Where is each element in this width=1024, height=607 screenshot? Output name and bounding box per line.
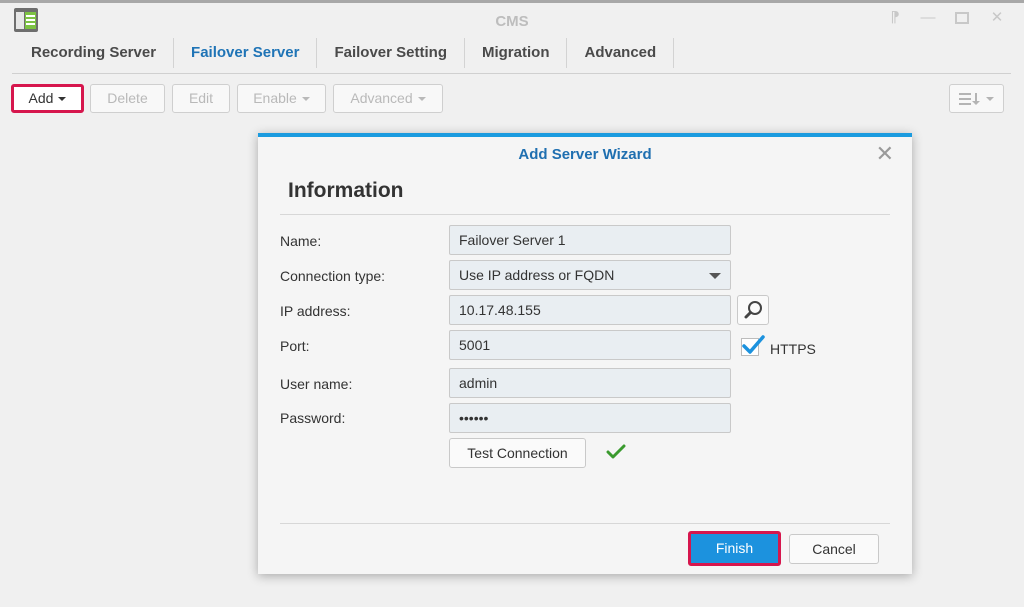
window-top-border xyxy=(0,0,1024,3)
tab-divider xyxy=(12,73,1011,74)
search-icon xyxy=(744,301,762,319)
tab-advanced[interactable]: Advanced xyxy=(567,38,675,68)
delete-button[interactable]: Delete xyxy=(90,84,165,113)
sort-list-icon xyxy=(959,93,980,106)
caret-down-icon xyxy=(58,97,67,102)
close-icon[interactable]: ✕ xyxy=(987,8,1007,28)
https-label: HTTPS xyxy=(770,341,816,357)
section-divider xyxy=(280,214,890,215)
name-input[interactable]: Failover Server 1 xyxy=(449,225,731,255)
user-name-input[interactable]: admin xyxy=(449,368,731,398)
dialog-title: Add Server Wizard xyxy=(518,146,652,163)
tab-bar: Recording Server Failover Server Failove… xyxy=(14,38,675,68)
footer-divider xyxy=(280,523,890,524)
tab-failover-server[interactable]: Failover Server xyxy=(174,38,318,68)
edit-button[interactable]: Edit xyxy=(172,84,230,113)
add-button[interactable]: Add xyxy=(11,84,84,113)
tab-migration[interactable]: Migration xyxy=(465,38,568,68)
checkmark-icon xyxy=(742,335,765,354)
connection-type-select[interactable]: Use IP address or FQDN xyxy=(449,260,731,290)
caret-down-icon xyxy=(417,97,426,102)
password-input[interactable]: •••••• xyxy=(449,403,731,433)
caret-down-icon xyxy=(986,97,994,102)
caret-down-icon xyxy=(301,97,310,102)
dialog-close-icon[interactable]: ✕ xyxy=(876,143,894,165)
minimize-icon[interactable]: — xyxy=(918,8,938,28)
ip-address-input[interactable]: 10.17.48.155 xyxy=(449,295,731,325)
success-check-icon xyxy=(606,444,626,459)
tab-failover-setting[interactable]: Failover Setting xyxy=(317,38,465,68)
cancel-button[interactable]: Cancel xyxy=(789,534,879,564)
advanced-button-label: Advanced xyxy=(350,90,413,106)
section-title: Information xyxy=(288,179,404,202)
password-label: Password: xyxy=(280,410,346,426)
connection-type-value: Use IP address or FQDN xyxy=(459,267,615,283)
enable-button[interactable]: Enable xyxy=(237,84,326,113)
connection-type-label: Connection type: xyxy=(280,268,386,284)
name-label: Name: xyxy=(280,233,322,249)
search-button[interactable] xyxy=(737,295,769,325)
add-server-wizard-dialog: Add Server Wizard ✕ Information Name: Fa… xyxy=(258,133,912,574)
test-connection-button[interactable]: Test Connection xyxy=(449,438,586,468)
enable-button-label: Enable xyxy=(253,90,297,106)
window-title: CMS xyxy=(495,13,529,30)
add-button-label: Add xyxy=(28,90,54,106)
maximize-icon[interactable] xyxy=(952,8,972,28)
finish-button[interactable]: Finish xyxy=(688,531,781,566)
https-checkbox[interactable] xyxy=(741,335,765,356)
sort-button[interactable] xyxy=(949,84,1004,113)
tab-recording-server[interactable]: Recording Server xyxy=(14,38,175,68)
ip-address-label: IP address: xyxy=(280,303,351,319)
dropdown-arrow-icon xyxy=(709,273,721,279)
port-label: Port: xyxy=(280,338,310,354)
advanced-button[interactable]: Advanced xyxy=(333,84,443,113)
port-input[interactable]: 5001 xyxy=(449,330,731,360)
user-name-label: User name: xyxy=(280,376,353,392)
pin-icon[interactable]: ⁋ xyxy=(885,8,905,28)
